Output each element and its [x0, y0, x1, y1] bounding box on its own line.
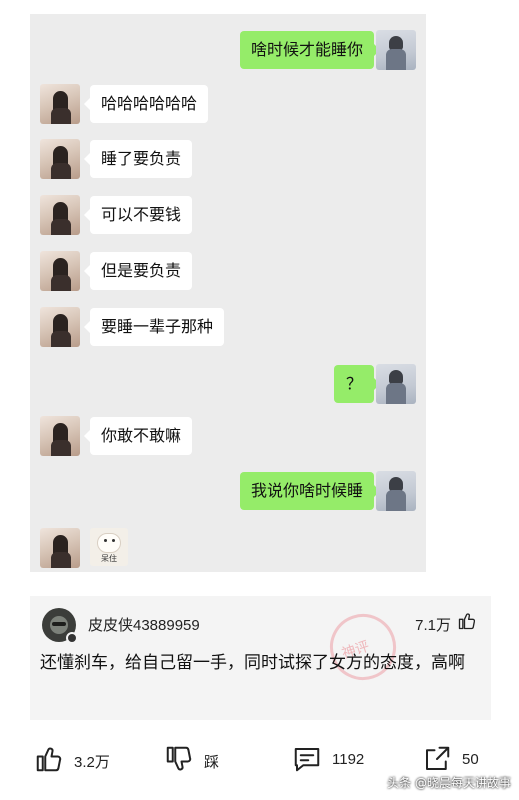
like-button[interactable]: 3.2万: [34, 744, 124, 774]
message-row: 啥时候才能睡你: [30, 30, 426, 70]
message-row: ？: [30, 364, 426, 404]
source-credit: 头条 @晓晨每天讲故事: [387, 776, 511, 790]
dislike-button[interactable]: 踩: [164, 744, 234, 774]
message-row: 哈哈哈哈哈哈: [30, 84, 426, 124]
contact-avatar: [40, 528, 80, 568]
sticker-caption: 呆住: [101, 554, 117, 563]
my-message-bubble: ？: [333, 365, 381, 403]
comment-icon: [294, 748, 320, 772]
thumb-up-icon[interactable]: [457, 611, 477, 631]
contact-message-bubble: 可以不要钱: [83, 196, 193, 234]
my-message-bubble: 我说你啥时候睡: [239, 472, 381, 510]
contact-message-bubble: 但是要负责: [83, 252, 193, 290]
contact-avatar: [40, 307, 80, 347]
dislike-label: 踩: [204, 754, 220, 771]
contact-avatar: [40, 139, 80, 179]
contact-message-bubble: 要睡一辈子那种: [83, 308, 225, 346]
contact-avatar: [40, 195, 80, 235]
chat-screenshot: 啥时候才能睡你 哈哈哈哈哈哈 睡了要负责 可以不要钱 但是要负责 要睡一辈子那种…: [30, 14, 426, 572]
comment-count: 1192: [332, 751, 365, 768]
message-row: 可以不要钱: [30, 195, 426, 235]
message-row: 呆住: [30, 528, 426, 568]
my-avatar: [376, 471, 416, 511]
my-avatar: [376, 30, 416, 70]
verified-badge-icon: [66, 632, 78, 644]
message-row: 要睡一辈子那种: [30, 307, 426, 347]
my-message-bubble: 啥时候才能睡你: [239, 31, 381, 69]
contact-message-bubble: 哈哈哈哈哈哈: [83, 85, 209, 123]
thumb-up-icon: [36, 747, 62, 772]
thumb-down-icon: [166, 746, 192, 771]
comment-text: 还懂刹车，给自己留一手，同时试探了女方的态度，高啊: [40, 653, 465, 673]
comment-like-count: 7.1万: [415, 617, 451, 634]
contact-avatar: [40, 416, 80, 456]
share-button[interactable]: 50: [422, 744, 492, 774]
message-row: 但是要负责: [30, 251, 426, 291]
top-comment-stamp: 神评: [321, 605, 405, 689]
contact-message-bubble: 你敢不敢嘛: [83, 417, 193, 455]
contact-message-bubble: 睡了要负责: [83, 140, 193, 178]
like-count: 3.2万: [74, 754, 110, 771]
message-row: 你敢不敢嘛: [30, 416, 426, 456]
cat-sticker: 呆住: [90, 528, 128, 566]
commenter-username[interactable]: 皮皮侠43889959: [88, 614, 200, 635]
message-row: 睡了要负责: [30, 139, 426, 179]
comment-button[interactable]: 1192: [292, 744, 382, 774]
message-row: 我说你啥时候睡: [30, 471, 426, 511]
my-avatar: [376, 364, 416, 404]
contact-avatar: [40, 84, 80, 124]
contact-avatar: [40, 251, 80, 291]
share-icon: [426, 746, 450, 770]
comment-card: 皮皮侠43889959 神评 7.1万 还懂刹车，给自己留一手，同时试探了女方的…: [30, 596, 491, 720]
share-count: 50: [462, 751, 479, 768]
